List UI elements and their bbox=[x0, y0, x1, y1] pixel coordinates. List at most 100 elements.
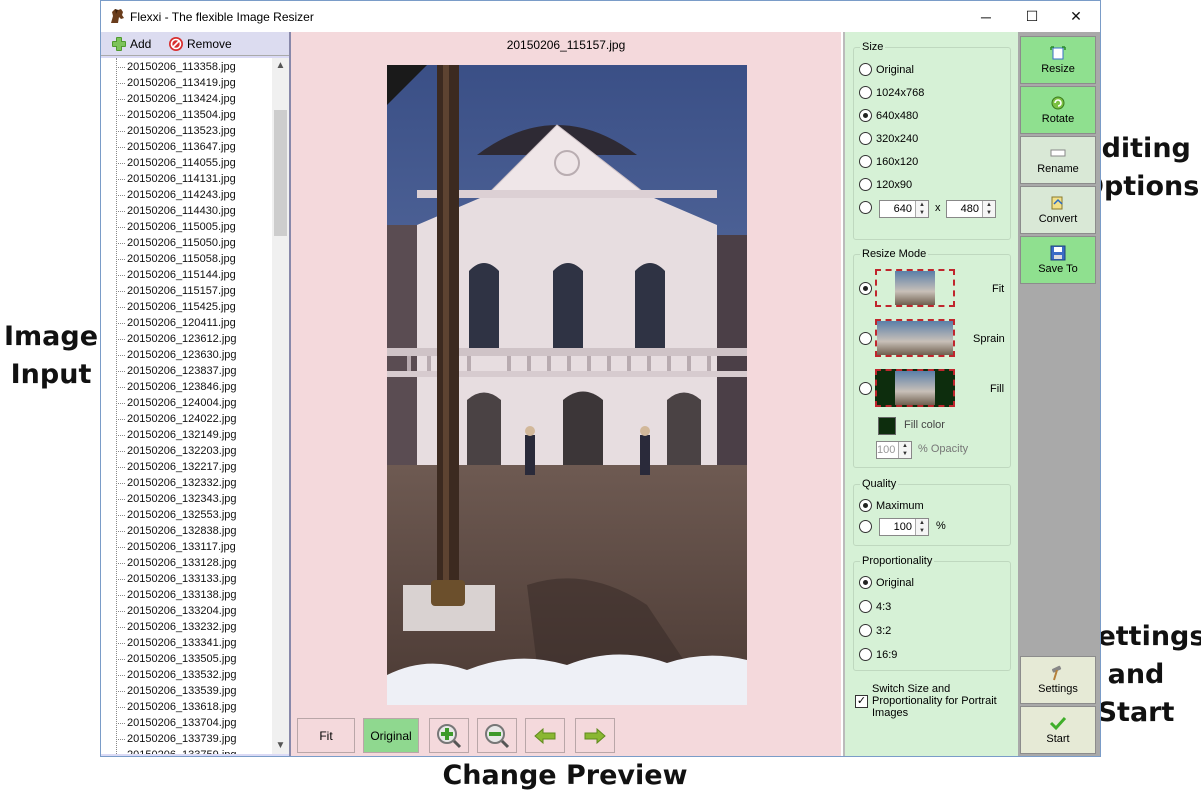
convert-tool-label: Convert bbox=[1038, 213, 1078, 225]
file-list-item[interactable]: 20150206_133128.jpg bbox=[101, 555, 289, 571]
custom-width-input[interactable]: 640 ▲ ▼ bbox=[879, 200, 929, 218]
rename-icon bbox=[1050, 149, 1066, 157]
quality-group: Quality Maximum 100 ▲ ▼ % bbox=[853, 478, 1011, 546]
file-list-item[interactable]: 20150206_115157.jpg bbox=[101, 283, 289, 299]
spinner-arrows-icon[interactable]: ▲ ▼ bbox=[915, 519, 928, 535]
scroll-up-icon[interactable]: ▲ bbox=[272, 58, 289, 74]
file-list-item[interactable]: 20150206_133532.jpg bbox=[101, 667, 289, 683]
close-button[interactable]: ✕ bbox=[1053, 1, 1099, 32]
quality-custom[interactable] bbox=[859, 520, 876, 533]
size-option-320x240[interactable]: 320x240 bbox=[859, 132, 918, 145]
file-list-item[interactable]: 20150206_132343.jpg bbox=[101, 491, 289, 507]
file-list-item[interactable]: 20150206_113358.jpg bbox=[101, 59, 289, 75]
file-list-item[interactable]: 20150206_113419.jpg bbox=[101, 75, 289, 91]
file-list-item[interactable]: 20150206_133505.jpg bbox=[101, 651, 289, 667]
add-button[interactable]: Add bbox=[111, 35, 151, 53]
opacity-input[interactable]: 100 ▲ ▼ bbox=[876, 441, 912, 459]
file-list-item[interactable]: 20150206_114131.jpg bbox=[101, 171, 289, 187]
file-list-item[interactable]: 20150206_133618.jpg bbox=[101, 699, 289, 715]
file-list-item[interactable]: 20150206_132553.jpg bbox=[101, 507, 289, 523]
size-option-original[interactable]: Original bbox=[859, 63, 914, 76]
file-list-item[interactable]: 20150206_123846.jpg bbox=[101, 379, 289, 395]
rotate-tool-button[interactable]: Rotate bbox=[1020, 86, 1096, 134]
file-list-scrollbar[interactable]: ▲ ▼ bbox=[272, 58, 289, 754]
file-list-item[interactable]: 20150206_113647.jpg bbox=[101, 139, 289, 155]
quality-input[interactable]: 100 ▲ ▼ bbox=[879, 518, 929, 536]
file-list-item[interactable]: 20150206_133232.jpg bbox=[101, 619, 289, 635]
original-button[interactable]: Original bbox=[363, 718, 419, 753]
start-button[interactable]: Start bbox=[1020, 706, 1096, 754]
spinner-arrows-icon[interactable]: ▲ ▼ bbox=[982, 201, 995, 217]
custom-height-input[interactable]: 480 ▲ ▼ bbox=[946, 200, 996, 218]
file-list-item[interactable]: 20150206_120411.jpg bbox=[101, 315, 289, 331]
quality-maximum[interactable]: Maximum bbox=[859, 499, 924, 512]
radio-icon bbox=[859, 648, 872, 661]
zoom-in-button[interactable] bbox=[429, 718, 469, 753]
size-option-1024x768[interactable]: 1024x768 bbox=[859, 86, 924, 99]
file-list-item[interactable]: 20150206_113504.jpg bbox=[101, 107, 289, 123]
rename-tool-button[interactable]: Rename bbox=[1020, 136, 1096, 184]
file-list-item[interactable]: 20150206_133759.jpg bbox=[101, 747, 289, 754]
file-list-item[interactable]: 20150206_123837.jpg bbox=[101, 363, 289, 379]
file-list-item[interactable]: 20150206_133341.jpg bbox=[101, 635, 289, 651]
file-list-item[interactable]: 20150206_133539.jpg bbox=[101, 683, 289, 699]
fit-button[interactable]: Fit bbox=[297, 718, 355, 753]
scroll-down-icon[interactable]: ▼ bbox=[272, 738, 289, 754]
switch-portrait-checkbox[interactable]: ✓ Switch Size and Proportionality for Po… bbox=[855, 683, 1005, 719]
file-list-item[interactable]: 20150206_114055.jpg bbox=[101, 155, 289, 171]
file-list-item[interactable]: 20150206_133704.jpg bbox=[101, 715, 289, 731]
file-list-item[interactable]: 20150206_133138.jpg bbox=[101, 587, 289, 603]
file-list-item[interactable]: 20150206_113424.jpg bbox=[101, 91, 289, 107]
file-list-item[interactable]: 20150206_133739.jpg bbox=[101, 731, 289, 747]
file-list-item[interactable]: 20150206_114243.jpg bbox=[101, 187, 289, 203]
checkmark-icon: ✓ bbox=[855, 695, 868, 708]
file-list-item[interactable]: 20150206_132149.jpg bbox=[101, 427, 289, 443]
resize-mode-fill[interactable] bbox=[859, 382, 876, 395]
file-list-item[interactable]: 20150206_123612.jpg bbox=[101, 331, 289, 347]
resize-tool-button[interactable]: Resize bbox=[1020, 36, 1096, 84]
proportion-original[interactable]: Original bbox=[859, 576, 914, 589]
file-list-item[interactable]: 20150206_133204.jpg bbox=[101, 603, 289, 619]
proportion-4-3[interactable]: 4:3 bbox=[859, 600, 891, 613]
radio-selected-icon bbox=[859, 499, 872, 512]
size-option-custom[interactable] bbox=[859, 201, 876, 214]
file-list-item[interactable]: 20150206_113523.jpg bbox=[101, 123, 289, 139]
zoom-out-button[interactable] bbox=[477, 718, 517, 753]
file-list-item[interactable]: 20150206_132203.jpg bbox=[101, 443, 289, 459]
file-list-item[interactable]: 20150206_123630.jpg bbox=[101, 347, 289, 363]
file-list-item[interactable]: 20150206_114430.jpg bbox=[101, 203, 289, 219]
file-list-item[interactable]: 20150206_115425.jpg bbox=[101, 299, 289, 315]
maximize-button[interactable]: ☐ bbox=[1009, 1, 1055, 32]
remove-button[interactable]: Remove bbox=[168, 35, 232, 53]
resize-mode-sprain[interactable] bbox=[859, 332, 876, 345]
file-list-item[interactable]: 20150206_132217.jpg bbox=[101, 459, 289, 475]
next-image-button[interactable] bbox=[575, 718, 615, 753]
spinner-arrows-icon[interactable]: ▲ ▼ bbox=[915, 201, 928, 217]
file-list[interactable]: 20150206_113358.jpg 20150206_113419.jpg 20… bbox=[101, 58, 289, 754]
proportion-16-9[interactable]: 16:9 bbox=[859, 648, 897, 661]
settings-button[interactable]: Settings bbox=[1020, 656, 1096, 704]
previous-image-button[interactable] bbox=[525, 718, 565, 753]
resize-mode-fit[interactable] bbox=[859, 282, 876, 295]
file-list-item[interactable]: 20150206_124022.jpg bbox=[101, 411, 289, 427]
file-list-item[interactable]: 20150206_115144.jpg bbox=[101, 267, 289, 283]
size-option-label: 160x120 bbox=[876, 155, 919, 168]
file-list-item[interactable]: 20150206_115050.jpg bbox=[101, 235, 289, 251]
fill-color-swatch[interactable] bbox=[878, 417, 896, 435]
file-list-item[interactable]: 20150206_115005.jpg bbox=[101, 219, 289, 235]
convert-tool-button[interactable]: Convert bbox=[1020, 186, 1096, 234]
file-list-item[interactable]: 20150206_115058.jpg bbox=[101, 251, 289, 267]
size-option-160x120[interactable]: 160x120 bbox=[859, 155, 918, 168]
scrollbar-thumb[interactable] bbox=[274, 110, 287, 236]
save-to-tool-button[interactable]: Save To bbox=[1020, 236, 1096, 284]
size-option-640x480[interactable]: 640x480 bbox=[859, 109, 918, 122]
file-list-item[interactable]: 20150206_132838.jpg bbox=[101, 523, 289, 539]
proportion-3-2[interactable]: 3:2 bbox=[859, 624, 891, 637]
file-list-item[interactable]: 20150206_132332.jpg bbox=[101, 475, 289, 491]
file-list-item[interactable]: 20150206_133133.jpg bbox=[101, 571, 289, 587]
file-list-item[interactable]: 20150206_124004.jpg bbox=[101, 395, 289, 411]
size-option-120x90[interactable]: 120x90 bbox=[859, 178, 912, 191]
file-list-item[interactable]: 20150206_133117.jpg bbox=[101, 539, 289, 555]
minimize-button[interactable]: ─ bbox=[963, 1, 1009, 32]
spinner-arrows-icon[interactable]: ▲ ▼ bbox=[898, 442, 911, 458]
